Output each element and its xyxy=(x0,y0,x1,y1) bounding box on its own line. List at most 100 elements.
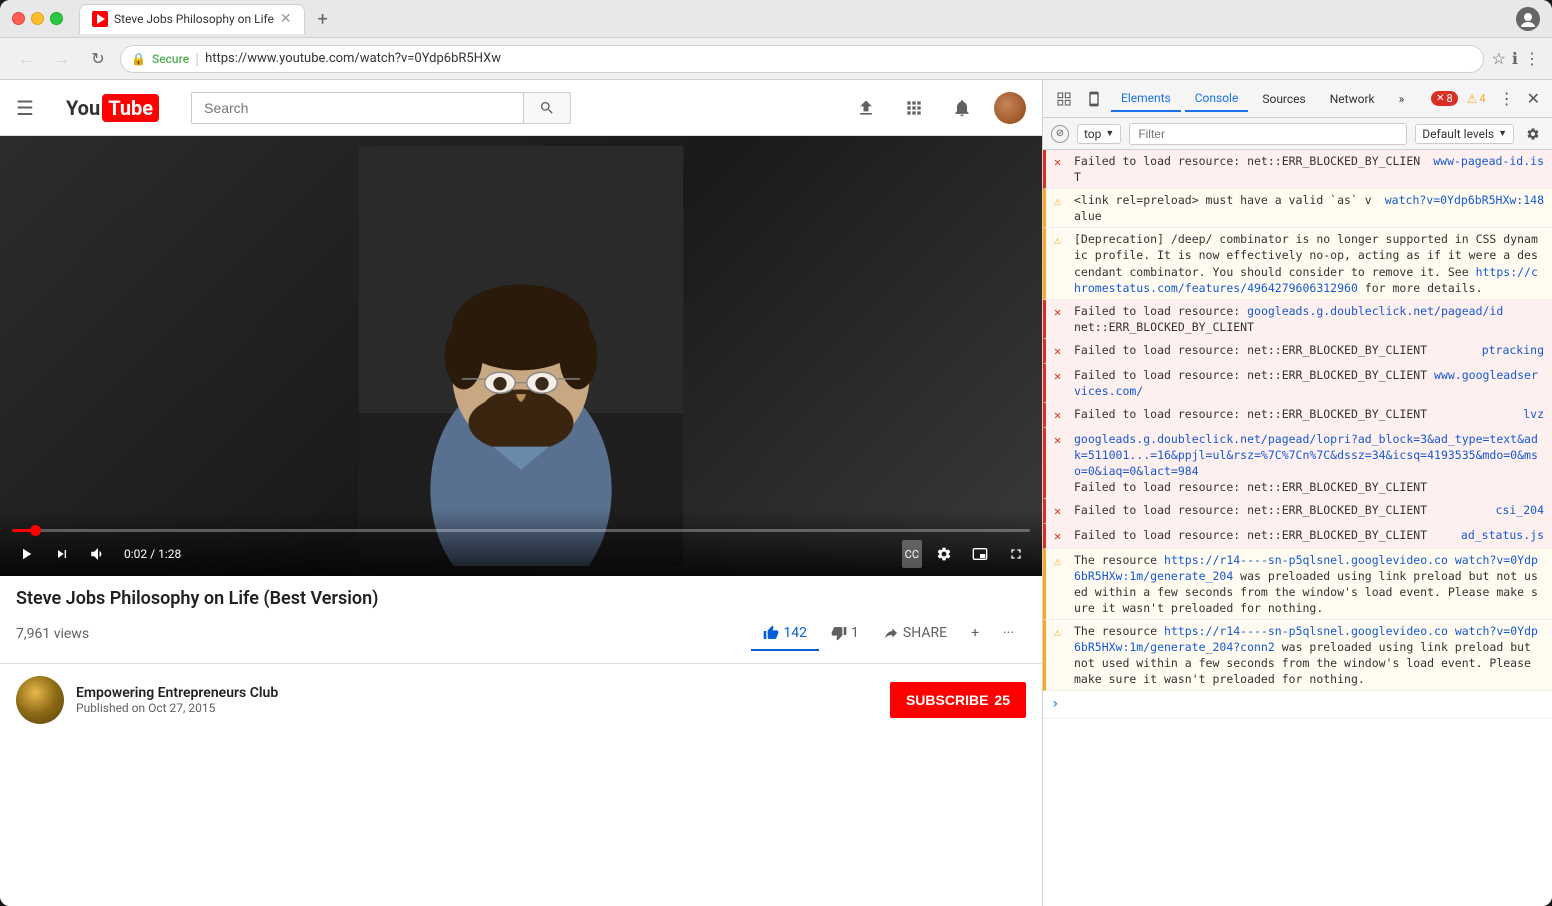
forward-button[interactable]: → xyxy=(48,45,76,73)
tab-sources[interactable]: Sources xyxy=(1252,86,1315,112)
time-current: 0:02 xyxy=(124,547,147,561)
maximize-traffic-light[interactable] xyxy=(50,12,63,25)
minimize-traffic-light[interactable] xyxy=(31,12,44,25)
dislike-count: 1 xyxy=(851,625,859,641)
new-tab-button[interactable]: + xyxy=(309,6,337,34)
msg-content-1: Failed to load resource: net::ERR_BLOCKE… xyxy=(1074,153,1425,185)
tab-console[interactable]: Console xyxy=(1185,86,1249,112)
refresh-button[interactable]: ↻ xyxy=(84,45,112,73)
warning-count: 4 xyxy=(1479,92,1485,105)
device-toggle-button[interactable] xyxy=(1081,86,1107,112)
close-traffic-light[interactable] xyxy=(12,12,25,25)
context-select[interactable]: top ▼ xyxy=(1077,124,1121,144)
tab-more[interactable]: » xyxy=(1389,86,1415,112)
channel-avatar[interactable] xyxy=(16,676,64,724)
next-button[interactable] xyxy=(48,540,76,568)
url-separator: | xyxy=(195,49,199,68)
console-settings-button[interactable] xyxy=(1522,123,1544,145)
resource-link-8[interactable]: googleads.g.doubleclick.net/pagead/lopri… xyxy=(1074,432,1538,478)
play-button[interactable] xyxy=(12,540,40,568)
more-button[interactable]: ··· xyxy=(991,617,1026,651)
devtools-close-button[interactable]: ✕ xyxy=(1523,89,1544,108)
time-separator: / xyxy=(150,547,158,561)
search-button[interactable] xyxy=(523,92,571,124)
error-icon-7: ✕ xyxy=(1054,407,1068,424)
msg-source-2[interactable]: watch?v=0Ydp6bR5HXw:148 xyxy=(1385,192,1544,208)
resource-link-6[interactable]: www.googleadservices.com/ xyxy=(1074,368,1538,398)
devtools-more-button[interactable]: ⋮ xyxy=(1495,89,1519,108)
yt-header-right xyxy=(850,92,1026,124)
info-icon[interactable]: ℹ xyxy=(1512,49,1518,68)
resource-link-4[interactable]: googleads.g.doubleclick.net/pagead/id xyxy=(1247,304,1503,318)
play-icon xyxy=(97,14,105,24)
volume-button[interactable] xyxy=(84,540,112,568)
tab-favicon xyxy=(92,11,108,27)
msg-content-4: Failed to load resource: googleads.g.dou… xyxy=(1074,303,1544,335)
console-message-12: ⚠ The resource https://r14----sn-p5qlsne… xyxy=(1043,620,1552,691)
filter-input[interactable] xyxy=(1129,123,1407,145)
tab-close-button[interactable]: ✕ xyxy=(280,11,292,27)
notifications-button[interactable] xyxy=(946,92,978,124)
msg-content-7: Failed to load resource: net::ERR_BLOCKE… xyxy=(1074,406,1515,422)
yt-menu-button[interactable]: ☰ xyxy=(16,96,34,120)
view-count: 7,961 views xyxy=(16,626,751,642)
resource-link-12a[interactable]: https://r14----sn-p5qlsnel.googlevideo.c… xyxy=(1164,624,1448,638)
tab-network[interactable]: Network xyxy=(1320,86,1385,112)
console-message-6: ✕ Failed to load resource: net::ERR_BLOC… xyxy=(1043,364,1552,403)
msg-source-7[interactable]: lvz xyxy=(1523,406,1544,422)
address-bar[interactable]: 🔒 Secure | https://www.youtube.com/watch… xyxy=(120,45,1484,73)
search-input[interactable] xyxy=(191,92,523,124)
apps-button[interactable] xyxy=(898,92,930,124)
add-button[interactable]: + xyxy=(959,617,991,651)
error-icon-6: ✕ xyxy=(1054,368,1068,385)
console-message-7: ✕ Failed to load resource: net::ERR_BLOC… xyxy=(1043,403,1552,428)
error-icon-5: ✕ xyxy=(1054,343,1068,360)
resource-link-11a[interactable]: https://r14----sn-p5qlsnel.googlevideo.c… xyxy=(1164,553,1448,567)
channel-name[interactable]: Empowering Entrepreneurs Club xyxy=(76,685,890,701)
console-message-9: ✕ Failed to load resource: net::ERR_BLOC… xyxy=(1043,499,1552,524)
youtube-main: ☰ You Tube xyxy=(0,80,1042,906)
back-button[interactable]: ← xyxy=(12,45,40,73)
console-message-10: ✕ Failed to load resource: net::ERR_BLOC… xyxy=(1043,524,1552,549)
context-arrow-icon: ▼ xyxy=(1105,128,1114,139)
upload-button[interactable] xyxy=(850,92,882,124)
yt-logo-you: You xyxy=(66,96,100,120)
channel-published: Published on Oct 27, 2015 xyxy=(76,701,890,715)
nav-menu-icon[interactable]: ⋮ xyxy=(1524,49,1540,68)
content-area: ☰ You Tube xyxy=(0,80,1552,906)
back-icon: ← xyxy=(18,49,34,69)
tab-elements[interactable]: Elements xyxy=(1111,86,1181,112)
error-icon-9: ✕ xyxy=(1054,503,1068,520)
profile-icon[interactable] xyxy=(1516,7,1540,31)
secure-label: Secure xyxy=(152,52,189,66)
user-avatar[interactable] xyxy=(994,92,1026,124)
msg-source-9[interactable]: csi_204 xyxy=(1496,502,1544,518)
error-x-icon: ✕ xyxy=(1436,93,1444,104)
like-button[interactable]: 142 xyxy=(751,617,819,651)
console-input[interactable] xyxy=(1071,694,1544,708)
subscribe-button[interactable]: SUBSCRIBE 25 xyxy=(890,682,1026,718)
console-messages: ✕ Failed to load resource: net::ERR_BLOC… xyxy=(1043,150,1552,906)
active-tab[interactable]: Steve Jobs Philosophy on Life ✕ xyxy=(79,4,305,34)
msg-source-1[interactable]: www-pagead-id.is xyxy=(1433,153,1544,169)
channel-avatar-image xyxy=(16,676,64,724)
progress-bar[interactable] xyxy=(12,529,1030,532)
miniplayer-button[interactable] xyxy=(966,540,994,568)
msg-source-5[interactable]: ptracking xyxy=(1482,342,1544,358)
clear-console-button[interactable]: ⊘ xyxy=(1051,125,1069,143)
warning-icon-3: ⚠ xyxy=(1054,232,1068,249)
share-button[interactable]: SHARE xyxy=(871,617,959,651)
cc-button[interactable]: CC xyxy=(902,540,922,568)
level-select[interactable]: Default levels ▼ xyxy=(1415,124,1514,144)
settings-button[interactable] xyxy=(930,540,958,568)
fullscreen-button[interactable] xyxy=(1002,540,1030,568)
msg-source-10[interactable]: ad_status.js xyxy=(1461,527,1544,543)
deprecation-link[interactable]: https://chromestatus.com/features/496427… xyxy=(1074,265,1538,295)
tab-title: Steve Jobs Philosophy on Life xyxy=(114,12,274,26)
warning-icon: ⚠ xyxy=(1467,92,1478,106)
inspect-element-button[interactable] xyxy=(1051,86,1077,112)
title-bar: Steve Jobs Philosophy on Life ✕ + xyxy=(0,0,1552,38)
bookmark-icon[interactable]: ☆ xyxy=(1492,49,1506,68)
dislike-button[interactable]: 1 xyxy=(819,617,871,651)
console-message-8: ✕ googleads.g.doubleclick.net/pagead/lop… xyxy=(1043,428,1552,499)
